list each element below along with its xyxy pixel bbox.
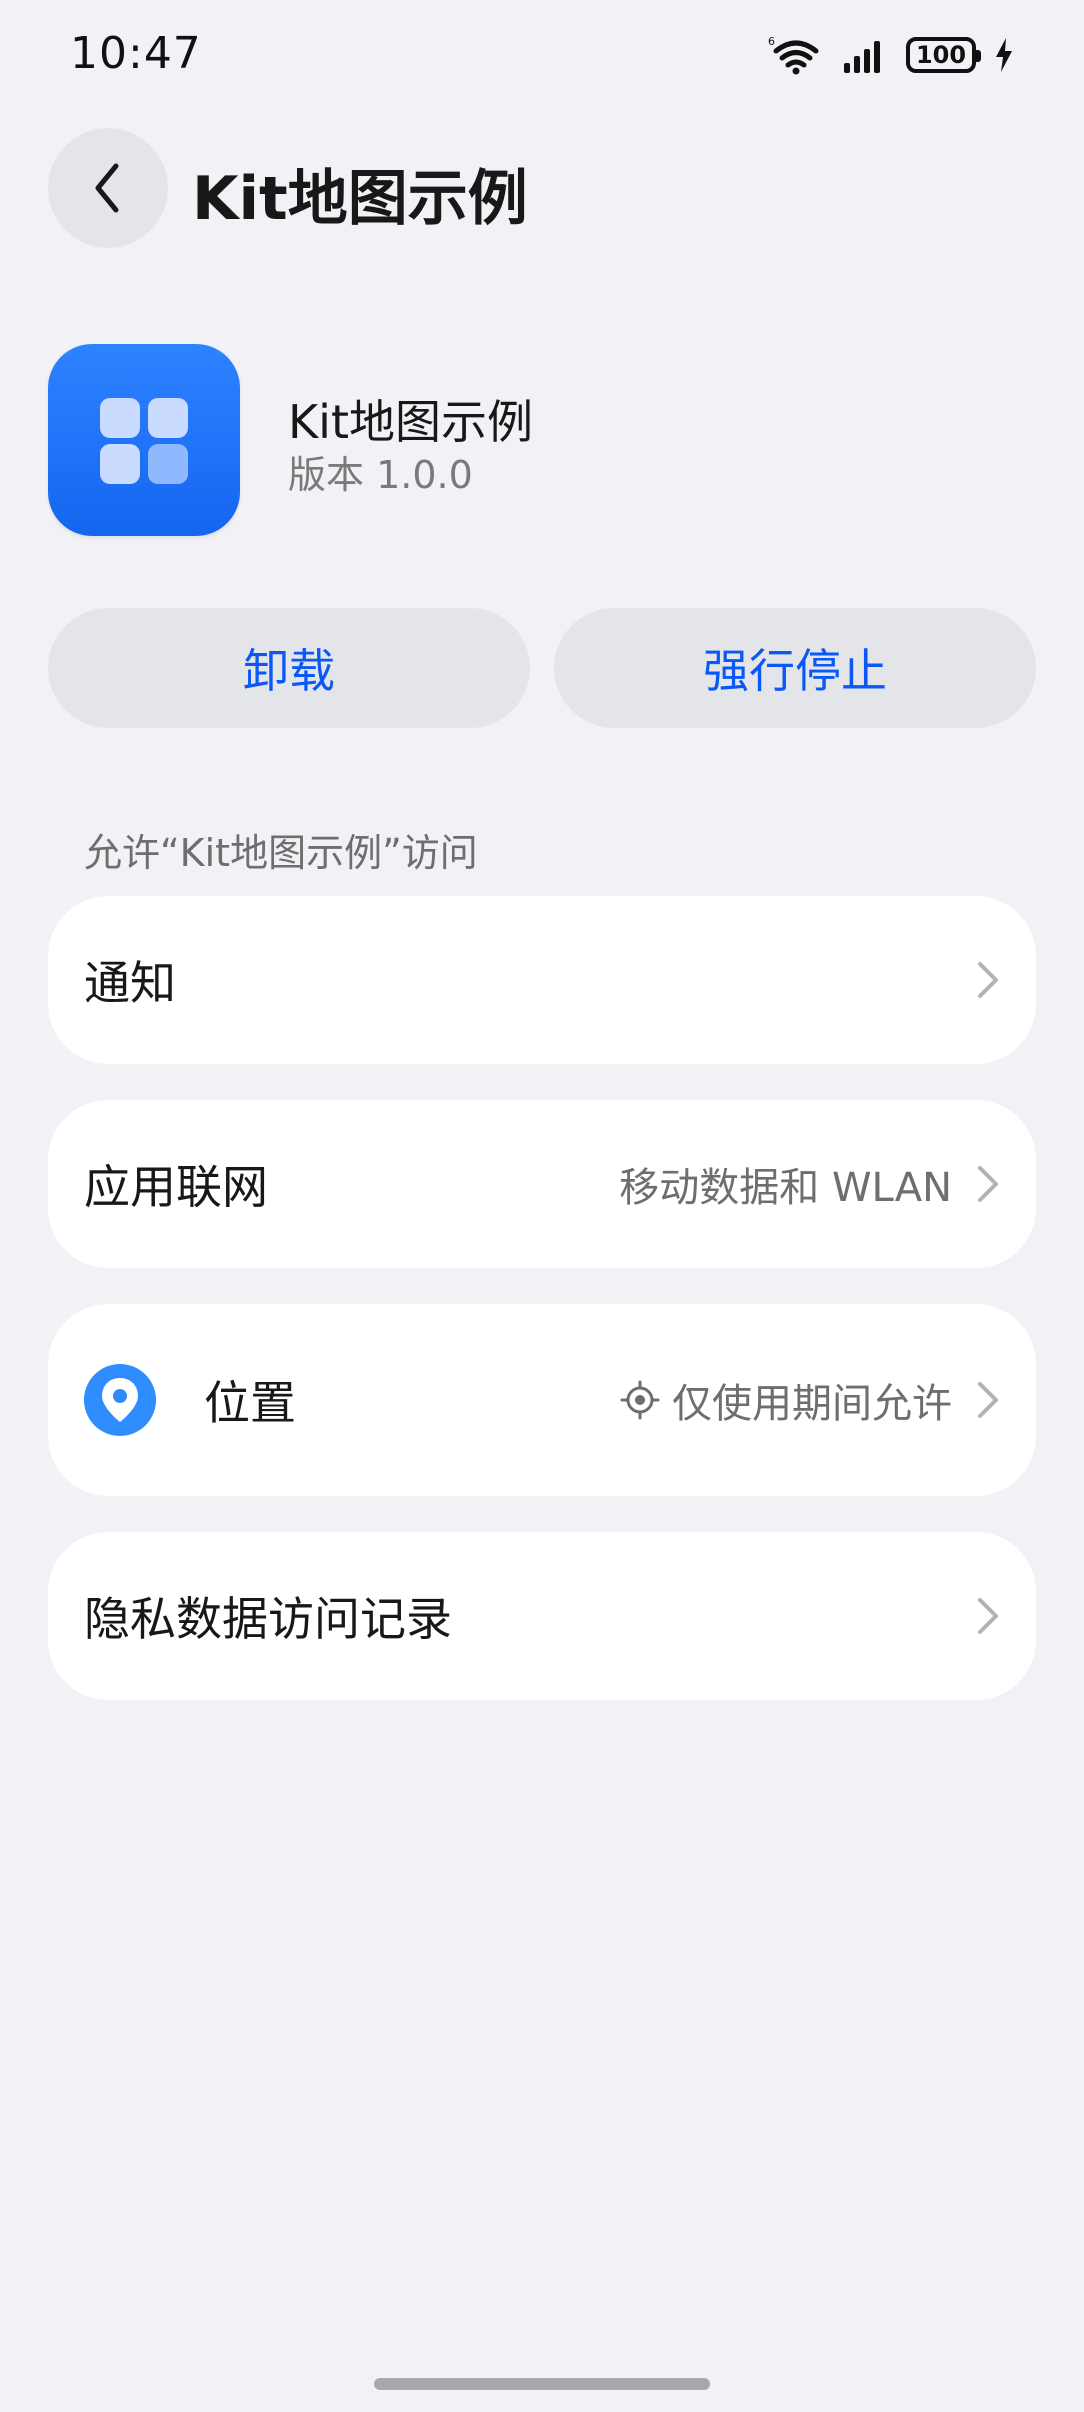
battery-icon: 100 [906, 37, 981, 73]
chevron-right-icon [978, 1382, 998, 1418]
network-value: 移动数据和 WLAN [619, 1155, 952, 1213]
app-icon-tile [100, 444, 140, 484]
app-icon [48, 344, 240, 536]
header: Kit地图示例 [0, 128, 1084, 248]
chevron-left-icon [95, 163, 119, 213]
location-item[interactable]: 位置 仅使用期间允许 [48, 1304, 1036, 1496]
location-value-text: 仅使用期间允许 [672, 1381, 952, 1427]
location-value: 仅使用期间允许 [620, 1371, 952, 1429]
location-pin-icon [84, 1364, 156, 1436]
status-bar: 10:47 6 100 [0, 0, 1084, 110]
back-button[interactable] [48, 128, 168, 248]
status-time: 10:47 [70, 28, 202, 79]
location-label: 位置 [204, 1376, 296, 1430]
status-icons: 6 100 [768, 30, 1014, 80]
uninstall-button[interactable]: 卸载 [48, 608, 530, 728]
page-title: Kit地图示例 [192, 164, 528, 234]
app-name: Kit地图示例 [288, 395, 533, 449]
wifi-icon: 6 [768, 35, 819, 75]
charging-icon [996, 38, 1012, 72]
chevron-right-icon [978, 962, 998, 998]
app-icon-tile [148, 444, 188, 484]
network-label: 应用联网 [84, 1160, 268, 1214]
chevron-right-icon [978, 1598, 998, 1634]
home-indicator[interactable] [374, 2378, 710, 2390]
locate-icon [620, 1380, 660, 1420]
force-stop-button[interactable]: 强行停止 [554, 608, 1036, 728]
notification-label: 通知 [84, 956, 176, 1010]
network-item[interactable]: 应用联网 移动数据和 WLAN [48, 1100, 1036, 1268]
app-version: 版本 1.0.0 [288, 453, 473, 497]
privacy-access-record-label: 隐私数据访问记录 [84, 1592, 452, 1646]
app-icon-tile [148, 398, 188, 438]
privacy-access-record-item[interactable]: 隐私数据访问记录 [48, 1532, 1036, 1700]
app-icon-tile [100, 398, 140, 438]
signal-icon [844, 41, 880, 73]
network-value-text: 移动数据和 WLAN [619, 1165, 952, 1211]
section-header: 允许“Kit地图示例”访问 [84, 831, 478, 875]
notification-item[interactable]: 通知 [48, 896, 1036, 1064]
svg-text:6: 6 [768, 35, 775, 48]
chevron-right-icon [978, 1166, 998, 1202]
